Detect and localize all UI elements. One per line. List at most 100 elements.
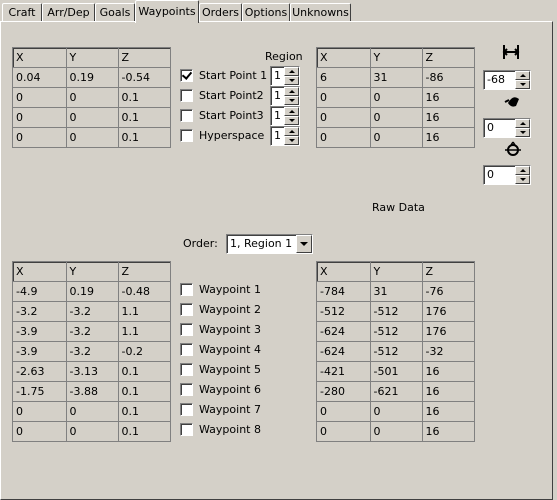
yaw-spinner[interactable]: -68 (483, 70, 531, 90)
table-row[interactable]: 6 31 -86 (317, 67, 475, 88)
cell-z[interactable]: 16 (422, 361, 475, 382)
tab-goals[interactable]: Goals (95, 3, 135, 22)
table-row[interactable]: 0 0 16 (317, 87, 475, 108)
cell-y[interactable]: 0 (370, 107, 423, 128)
table-row[interactable]: -4.9 0.19 -0.48 (13, 281, 171, 302)
cell-x[interactable]: 0 (13, 127, 67, 148)
table-row[interactable]: -512 -512 176 (317, 301, 475, 322)
table-row[interactable]: -3.9 -3.2 1.1 (13, 321, 171, 342)
spin-up-icon[interactable] (515, 71, 530, 80)
table-row[interactable]: 0 0 0.1 (13, 87, 171, 108)
pitch-spinner[interactable]: 0 (483, 118, 531, 138)
cell-x[interactable]: 0 (317, 421, 371, 442)
cell-x[interactable]: -3.9 (13, 321, 67, 342)
cell-z[interactable]: 0.1 (118, 107, 171, 128)
table-row[interactable]: -2.63 -3.13 0.1 (13, 361, 171, 382)
checkbox-box[interactable] (180, 323, 193, 336)
checkbox-box[interactable] (180, 363, 193, 376)
spinner-buttons[interactable] (515, 119, 530, 137)
cell-z[interactable]: 1.1 (118, 321, 171, 342)
region-spinner-3[interactable]: 1 (270, 106, 300, 126)
spin-down-icon[interactable] (284, 116, 299, 125)
cell-x[interactable]: -3.2 (13, 301, 67, 322)
cell-y[interactable]: 0 (370, 401, 423, 422)
cell-z[interactable]: -0.48 (118, 281, 171, 302)
table-row[interactable]: -624 -512 176 (317, 321, 475, 342)
table-row[interactable]: -421 -501 16 (317, 361, 475, 382)
cell-x[interactable]: 0 (13, 107, 67, 128)
cell-z[interactable]: 16 (422, 421, 475, 442)
cell-y[interactable]: -3.2 (66, 301, 119, 322)
spinner-buttons[interactable] (284, 67, 299, 85)
cell-y[interactable]: -512 (370, 341, 423, 362)
table-row[interactable]: -280 -621 16 (317, 381, 475, 402)
spin-up-icon[interactable] (515, 166, 530, 175)
tab-arr-dep[interactable]: Arr/Dep (42, 3, 95, 22)
start-points-raw-grid[interactable]: X Y Z 6 31 -86 0 0 16 0 0 16 0 0 16 (316, 47, 475, 148)
cell-y[interactable]: 0 (370, 421, 423, 442)
waypoint-6-checkbox[interactable]: Waypoint 6 (180, 381, 261, 398)
waypoint-5-checkbox[interactable]: Waypoint 5 (180, 361, 261, 378)
cell-y[interactable]: 0 (66, 421, 119, 442)
spin-down-icon[interactable] (284, 76, 299, 85)
cell-x[interactable]: -624 (317, 321, 371, 342)
cell-z[interactable]: 0.1 (118, 421, 171, 442)
hyperspace-checkbox[interactable]: Hyperspace (180, 127, 264, 144)
order-select-value[interactable]: 1, Region 1 (227, 235, 296, 253)
table-row[interactable]: 0 0 0.1 (13, 107, 171, 128)
cell-y[interactable]: 0 (66, 87, 119, 108)
pitch-value[interactable]: 0 (484, 119, 515, 137)
table-row[interactable]: 0 0 16 (317, 127, 475, 148)
spin-down-icon[interactable] (515, 128, 530, 137)
waypoint-4-checkbox[interactable]: Waypoint 4 (180, 341, 261, 358)
table-row[interactable]: 0.04 0.19 -0.54 (13, 67, 171, 88)
tab-orders[interactable]: Orders (199, 3, 242, 22)
cell-x[interactable]: -624 (317, 341, 371, 362)
waypoint-8-checkbox[interactable]: Waypoint 8 (180, 421, 261, 438)
cell-x[interactable]: -1.75 (13, 381, 67, 402)
start-points-grid[interactable]: X Y Z 0.04 0.19 -0.54 0 0 0.1 0 0 0.1 0 … (12, 47, 171, 148)
cell-z[interactable]: 16 (422, 87, 475, 108)
cell-z[interactable]: -86 (422, 67, 475, 88)
cell-x[interactable]: 0 (317, 107, 371, 128)
cell-z[interactable]: 176 (422, 301, 475, 322)
checkbox-box[interactable] (180, 403, 193, 416)
table-row[interactable]: -784 31 -76 (317, 281, 475, 302)
cell-y[interactable]: -501 (370, 361, 423, 382)
spinner-value[interactable]: 1 (271, 67, 284, 85)
cell-y[interactable]: 0.19 (66, 281, 119, 302)
spinner-buttons[interactable] (284, 127, 299, 145)
table-row[interactable]: 0 0 0.1 (13, 127, 171, 148)
cell-y[interactable]: 0 (370, 127, 423, 148)
waypoint-3-checkbox[interactable]: Waypoint 3 (180, 321, 261, 338)
cell-z[interactable]: 16 (422, 381, 475, 402)
cell-x[interactable]: -280 (317, 381, 371, 402)
cell-x[interactable]: -3.9 (13, 341, 67, 362)
spin-down-icon[interactable] (515, 175, 530, 184)
cell-x[interactable]: 0 (317, 127, 371, 148)
spinner-value[interactable]: 1 (271, 107, 284, 125)
cell-y[interactable]: 0 (66, 401, 119, 422)
cell-y[interactable]: 0 (370, 87, 423, 108)
spin-up-icon[interactable] (284, 87, 299, 96)
cell-z[interactable]: 16 (422, 401, 475, 422)
cell-z[interactable]: 0.1 (118, 127, 171, 148)
spin-up-icon[interactable] (515, 119, 530, 128)
table-row[interactable]: 0 0 16 (317, 421, 475, 442)
cell-y[interactable]: 0 (66, 127, 119, 148)
cell-z[interactable]: -32 (422, 341, 475, 362)
waypoints-raw-grid[interactable]: X Y Z -784 31 -76 -512 -512 176 -624 -512 176 … (316, 261, 475, 442)
order-select[interactable]: 1, Region 1 (226, 234, 313, 254)
cell-y[interactable]: -3.88 (66, 381, 119, 402)
checkbox-box[interactable] (180, 129, 193, 142)
waypoint-2-checkbox[interactable]: Waypoint 2 (180, 301, 261, 318)
spin-up-icon[interactable] (284, 67, 299, 76)
cell-z[interactable]: 1.1 (118, 301, 171, 322)
region-spinner-4[interactable]: 1 (270, 126, 300, 146)
cell-z[interactable]: 0.1 (118, 381, 171, 402)
cell-z[interactable]: 176 (422, 321, 475, 342)
cell-z[interactable]: -76 (422, 281, 475, 302)
table-row[interactable]: 0 0 16 (317, 401, 475, 422)
spin-up-icon[interactable] (284, 127, 299, 136)
start-point-3-checkbox[interactable]: Start Point3 (180, 107, 264, 124)
